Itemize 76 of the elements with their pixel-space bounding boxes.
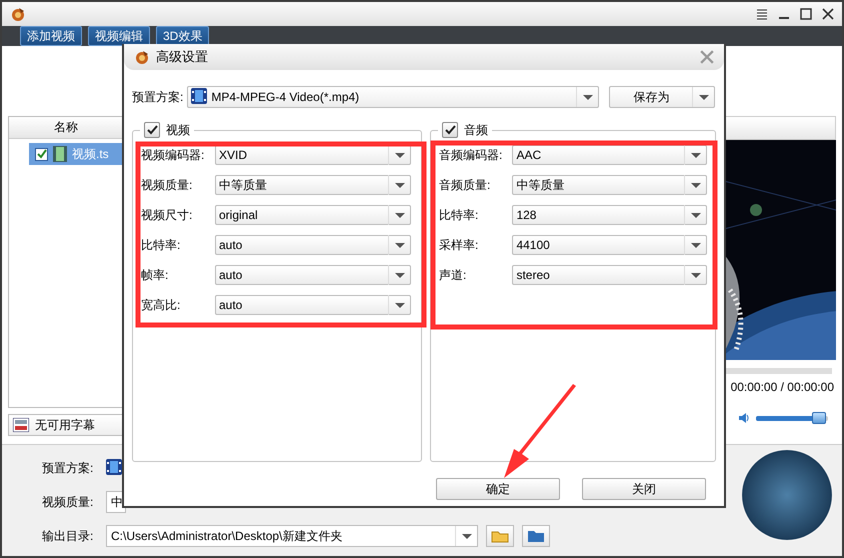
playback-time: 00:00:00 / 00:00:00 — [730, 380, 835, 394]
dropdown-arrow-icon — [690, 272, 700, 278]
clapper-icon — [191, 88, 208, 106]
dropdown-arrow-icon — [690, 212, 700, 218]
dropdown-arrow-icon — [394, 182, 404, 188]
dropdown[interactable]: 中等质量 — [215, 175, 411, 195]
field-label: 预置方案: — [132, 88, 184, 106]
toolbar-button[interactable]: 添加视频 — [20, 26, 82, 46]
dropdown-arrow-icon — [698, 94, 709, 100]
dropdown[interactable]: AAC — [512, 145, 707, 165]
folder-icon — [491, 529, 509, 543]
dropdown-arrow-icon — [394, 272, 404, 278]
dropdown[interactable]: XVID — [215, 145, 411, 165]
dropdown[interactable]: auto — [215, 235, 411, 255]
dialog-button[interactable]: 关闭 — [582, 478, 706, 500]
field-label: 比特率: — [439, 206, 480, 224]
folder-icon — [527, 529, 545, 543]
dialog-button[interactable]: 确定 — [436, 478, 560, 500]
toolbar-button[interactable]: 视频编辑 — [88, 26, 150, 46]
dropdown[interactable]: original — [215, 205, 411, 225]
dropdown[interactable]: 中等质量 — [512, 175, 707, 195]
field-label: 音频质量: — [439, 176, 492, 194]
output-path-field[interactable]: C:\Users\Administrator\Desktop\新建文件夹 — [106, 525, 478, 547]
checkbox[interactable] — [442, 122, 458, 138]
dropdown[interactable]: 44100 — [512, 235, 707, 255]
dropdown[interactable]: auto — [215, 295, 411, 315]
subtitle-icon — [13, 418, 29, 432]
group-title: 音频 — [464, 122, 488, 138]
dropdown-arrow-icon — [690, 152, 700, 158]
check-icon — [146, 124, 158, 136]
dropdown-arrow-icon — [394, 212, 404, 218]
save-as-button[interactable]: 保存为 — [609, 86, 716, 108]
dropdown[interactable]: stereo — [512, 265, 707, 285]
field-label: 输出目录: — [42, 528, 94, 544]
dropdown-arrow-icon — [690, 182, 700, 188]
dropdown-arrow-icon — [394, 152, 404, 158]
preset-dropdown[interactable]: MP4-MPEG-4 Video(*.mp4) — [187, 86, 600, 108]
clapper-icon[interactable] — [106, 459, 122, 477]
field-label: 宽高比: — [141, 296, 182, 314]
dropdown-arrow-icon — [394, 242, 404, 248]
field-label: 帧率: — [141, 266, 170, 284]
dropdown-arrow-icon — [690, 242, 700, 248]
film-icon — [53, 146, 67, 162]
column-header[interactable]: 名称 — [9, 117, 123, 139]
field-label: 采样率: — [439, 236, 480, 254]
field-label: 视频尺寸: — [141, 206, 194, 224]
field-label: 预置方案: — [42, 460, 94, 476]
dropdown-arrow-icon[interactable] — [462, 534, 472, 538]
group-title: 视频 — [166, 122, 190, 138]
dialog-title: 高级设置 — [156, 48, 208, 66]
open-folder-button[interactable] — [486, 525, 514, 547]
subtitle-dropdown[interactable]: 无可用字幕 — [8, 414, 124, 436]
dropdown[interactable]: 128 — [512, 205, 707, 225]
menu-icon[interactable] — [756, 8, 768, 20]
speaker-icon — [738, 412, 750, 424]
field-label: 视频编码器: — [141, 146, 206, 164]
checkbox[interactable] — [144, 122, 160, 138]
dropdown-arrow-icon — [394, 302, 404, 308]
dropdown-arrow-icon — [582, 94, 593, 100]
field-label: 视频质量: — [141, 176, 194, 194]
check-icon — [444, 124, 456, 136]
checkbox[interactable] — [35, 148, 48, 160]
toolbar-button[interactable]: 3D效果 — [156, 26, 210, 46]
maximize-icon[interactable] — [800, 8, 812, 20]
field-label: 比特率: — [141, 236, 182, 254]
file-name: 视频.ts — [72, 146, 109, 162]
dropdown[interactable]: auto — [215, 265, 411, 285]
close-icon[interactable] — [822, 8, 834, 20]
slider-handle[interactable] — [812, 412, 826, 424]
field-label: 视频质量: — [42, 494, 94, 510]
field-label: 声道: — [439, 266, 468, 284]
app-logo-icon — [10, 6, 26, 22]
check-icon — [36, 149, 46, 159]
browse-button[interactable] — [522, 525, 550, 547]
field-label: 音频编码器: — [439, 146, 504, 164]
app-logo-icon — [134, 49, 150, 65]
